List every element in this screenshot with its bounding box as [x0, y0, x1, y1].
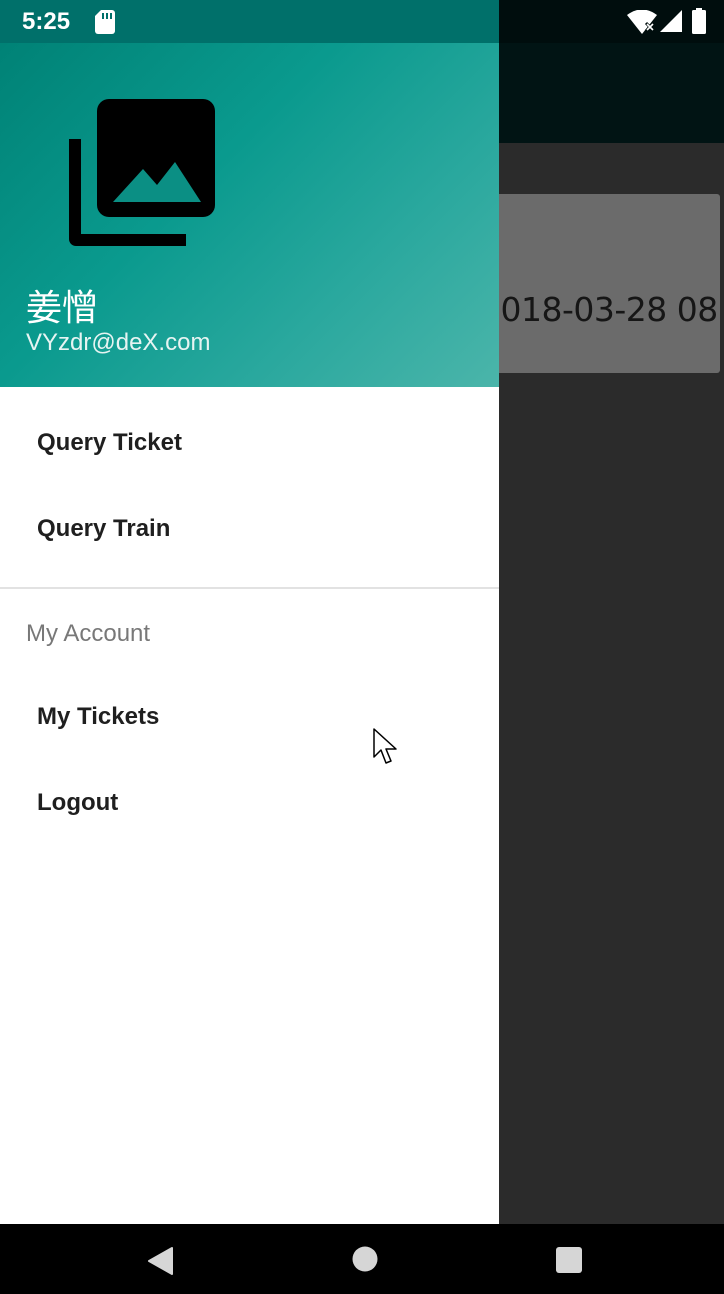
menu-item-label: Query Train	[37, 515, 171, 542]
status-bar-right	[499, 0, 724, 43]
battery-icon	[692, 8, 706, 34]
section-title-my-account: My Account	[26, 620, 151, 647]
menu-item-query-ticket[interactable]: Query Ticket	[0, 402, 499, 488]
ticket-date: 2018-03-28 08:01	[480, 290, 720, 329]
status-time: 5:25	[22, 8, 71, 35]
mouse-cursor-icon	[373, 728, 397, 764]
sd-card-icon	[95, 10, 115, 34]
drawer-divider	[0, 587, 499, 589]
status-bar-left	[0, 0, 499, 43]
back-icon[interactable]	[146, 1246, 174, 1276]
menu-item-my-tickets[interactable]: My Tickets	[0, 676, 499, 762]
wifi-off-icon	[627, 10, 657, 34]
photo-library-icon	[69, 99, 215, 246]
menu-item-logout[interactable]: Logout	[0, 762, 499, 848]
home-icon[interactable]	[352, 1246, 378, 1272]
user-name: 姜憎	[26, 288, 99, 329]
recents-icon[interactable]	[555, 1246, 583, 1274]
screen: 2018-03-28 08:01 5:25	[0, 0, 724, 1294]
drawer-header: 姜憎 VYzdr@deX.com	[0, 43, 499, 387]
status-bar: 5:25	[0, 0, 724, 43]
menu-item-label: Logout	[37, 789, 119, 816]
menu-item-label: Query Ticket	[37, 429, 182, 456]
menu-item-label: My Tickets	[37, 703, 160, 730]
signal-icon	[660, 10, 682, 32]
navigation-drawer: 姜憎 VYzdr@deX.com Query Ticket Query Trai…	[0, 43, 499, 1224]
menu-item-query-train[interactable]: Query Train	[0, 488, 499, 574]
system-navigation-bar	[0, 1224, 724, 1294]
ticket-card[interactable]: 2018-03-28 08:01	[480, 194, 720, 373]
user-email: VYzdr@deX.com	[26, 329, 211, 356]
